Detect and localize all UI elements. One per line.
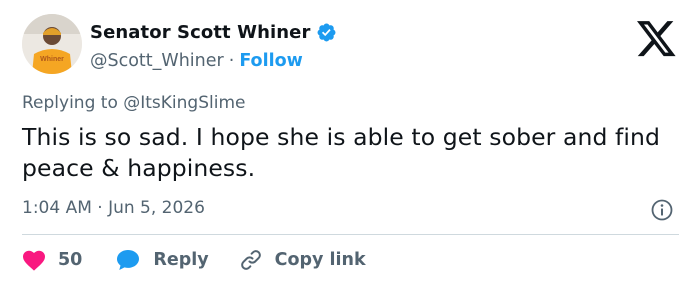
tweet-text: This is so sad. I hope she is able to ge… xyxy=(22,123,661,182)
tweet-actions: 50 Reply Copy link xyxy=(22,246,396,274)
copy-link-label: Copy link xyxy=(274,250,366,270)
tweet-timestamp[interactable]: 1:04 AM · Jun 5, 2026 xyxy=(22,198,205,218)
reply-label: Reply xyxy=(153,250,209,270)
avatar[interactable]: Whiner xyxy=(22,14,82,74)
speech-bubble-icon xyxy=(117,250,140,270)
heart-icon xyxy=(23,250,45,271)
divider xyxy=(22,234,679,235)
x-logo-icon[interactable] xyxy=(637,21,677,58)
copy-link-button[interactable]: Copy link xyxy=(239,248,366,272)
like-count: 50 xyxy=(58,250,83,270)
follow-button[interactable]: Follow xyxy=(239,51,302,71)
author-display-name[interactable]: Senator Scott Whiner xyxy=(90,22,310,43)
link-icon xyxy=(240,250,261,270)
handle-separator: · xyxy=(228,51,235,71)
reply-button[interactable]: Reply xyxy=(115,248,209,272)
info-icon[interactable] xyxy=(650,198,674,222)
verified-badge-icon xyxy=(316,22,337,43)
like-button[interactable]: 50 xyxy=(22,249,82,271)
author-handle[interactable]: @Scott_Whiner xyxy=(90,51,224,71)
avatar-shirt-text: Whiner xyxy=(40,56,64,63)
reply-context: Replying to @ItsKingSlime xyxy=(22,93,246,113)
